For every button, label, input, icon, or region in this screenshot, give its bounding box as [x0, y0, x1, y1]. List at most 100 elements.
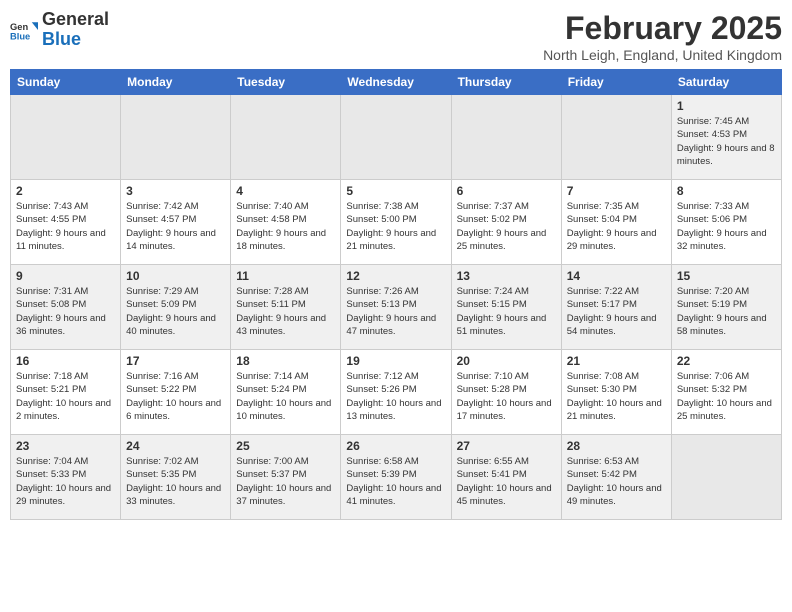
day-number: 4: [236, 184, 335, 198]
day-info: Sunrise: 7:42 AM Sunset: 4:57 PM Dayligh…: [126, 200, 225, 253]
calendar-cell: [671, 435, 781, 520]
day-info: Sunrise: 7:10 AM Sunset: 5:28 PM Dayligh…: [457, 370, 556, 423]
calendar-cell: 4 Sunrise: 7:40 AM Sunset: 4:58 PM Daylig…: [231, 180, 341, 265]
calendar-cell: 12Sunrise: 7:26 AM Sunset: 5:13 PM Dayli…: [341, 265, 451, 350]
calendar-cell: 24 Sunrise: 7:02 AM Sunset: 5:35 PM Dayli…: [121, 435, 231, 520]
day-number: 3: [126, 184, 225, 198]
logo: Gen Blue General Blue: [10, 10, 109, 50]
day-number: 26: [346, 439, 445, 453]
calendar-cell: 14 Sunrise: 7:22 AM Sunset: 5:17 PM Dayli…: [561, 265, 671, 350]
calendar-cell: 25 Sunrise: 7:00 AM Sunset: 5:37 PM Dayli…: [231, 435, 341, 520]
day-info: Sunrise: 7:12 AM Sunset: 5:26 PM Dayligh…: [346, 370, 445, 423]
day-number: 22: [677, 354, 776, 368]
day-info: Sunrise: 7:40 AM Sunset: 4:58 PM Dayligh…: [236, 200, 335, 253]
day-info: Sunrise: 7:26 AM Sunset: 5:13 PM Dayligh…: [346, 285, 445, 338]
day-number: 23: [16, 439, 115, 453]
day-number: 25: [236, 439, 335, 453]
weekday-thursday: Thursday: [451, 70, 561, 95]
calendar-cell: 23 Sunrise: 7:04 AM Sunset: 5:33 PM Dayli…: [11, 435, 121, 520]
day-number: 17: [126, 354, 225, 368]
calendar-cell: 7 Sunrise: 7:35 AM Sunset: 5:04 PM Daylig…: [561, 180, 671, 265]
day-number: 13: [457, 269, 556, 283]
calendar-cell: 13Sunrise: 7:24 AM Sunset: 5:15 PM Dayli…: [451, 265, 561, 350]
week-row-2: 2 Sunrise: 7:43 AM Sunset: 4:55 PM Daylig…: [11, 180, 782, 265]
weekday-saturday: Saturday: [671, 70, 781, 95]
calendar-cell: 28Sunrise: 6:53 AM Sunset: 5:42 PM Dayli…: [561, 435, 671, 520]
day-number: 2: [16, 184, 115, 198]
calendar-cell: 17 Sunrise: 7:16 AM Sunset: 5:22 PM Dayli…: [121, 350, 231, 435]
weekday-header-row: SundayMondayTuesdayWednesdayThursdayFrid…: [11, 70, 782, 95]
day-info: Sunrise: 7:14 AM Sunset: 5:24 PM Dayligh…: [236, 370, 335, 423]
calendar-cell: [451, 95, 561, 180]
day-info: Sunrise: 7:18 AM Sunset: 5:21 PM Dayligh…: [16, 370, 115, 423]
calendar-cell: 3 Sunrise: 7:42 AM Sunset: 4:57 PM Daylig…: [121, 180, 231, 265]
day-number: 11: [236, 269, 335, 283]
week-row-4: 16 Sunrise: 7:18 AM Sunset: 5:21 PM Dayli…: [11, 350, 782, 435]
day-number: 15: [677, 269, 776, 283]
calendar-cell: 22 Sunrise: 7:06 AM Sunset: 5:32 PM Dayli…: [671, 350, 781, 435]
svg-text:Blue: Blue: [10, 31, 30, 41]
calendar-cell: 11 Sunrise: 7:28 AM Sunset: 5:11 PM Dayli…: [231, 265, 341, 350]
logo-line2: Blue: [42, 30, 109, 50]
calendar-cell: 18 Sunrise: 7:14 AM Sunset: 5:24 PM Dayli…: [231, 350, 341, 435]
day-info: Sunrise: 7:35 AM Sunset: 5:04 PM Dayligh…: [567, 200, 666, 253]
calendar-cell: 5 Sunrise: 7:38 AM Sunset: 5:00 PM Daylig…: [341, 180, 451, 265]
week-row-3: 9 Sunrise: 7:31 AM Sunset: 5:08 PM Daylig…: [11, 265, 782, 350]
calendar-cell: [561, 95, 671, 180]
calendar-cell: 26 Sunrise: 6:58 AM Sunset: 5:39 PM Dayli…: [341, 435, 451, 520]
day-number: 7: [567, 184, 666, 198]
calendar-cell: 16 Sunrise: 7:18 AM Sunset: 5:21 PM Dayli…: [11, 350, 121, 435]
calendar-cell: 27Sunrise: 6:55 AM Sunset: 5:41 PM Dayli…: [451, 435, 561, 520]
day-number: 1: [677, 99, 776, 113]
calendar-cell: 21Sunrise: 7:08 AM Sunset: 5:30 PM Dayli…: [561, 350, 671, 435]
day-info: Sunrise: 7:22 AM Sunset: 5:17 PM Dayligh…: [567, 285, 666, 338]
day-number: 21: [567, 354, 666, 368]
month-title: February 2025: [543, 10, 782, 47]
day-info: Sunrise: 7:04 AM Sunset: 5:33 PM Dayligh…: [16, 455, 115, 508]
calendar-cell: 15 Sunrise: 7:20 AM Sunset: 5:19 PM Dayli…: [671, 265, 781, 350]
day-info: Sunrise: 6:55 AM Sunset: 5:41 PM Dayligh…: [457, 455, 556, 508]
day-info: Sunrise: 6:53 AM Sunset: 5:42 PM Dayligh…: [567, 455, 666, 508]
calendar: SundayMondayTuesdayWednesdayThursdayFrid…: [10, 69, 782, 520]
day-number: 19: [346, 354, 445, 368]
week-row-1: 1Sunrise: 7:45 AM Sunset: 4:53 PM Daylig…: [11, 95, 782, 180]
day-info: Sunrise: 7:38 AM Sunset: 5:00 PM Dayligh…: [346, 200, 445, 253]
weekday-tuesday: Tuesday: [231, 70, 341, 95]
day-number: 5: [346, 184, 445, 198]
day-info: Sunrise: 7:31 AM Sunset: 5:08 PM Dayligh…: [16, 285, 115, 338]
day-number: 10: [126, 269, 225, 283]
day-number: 14: [567, 269, 666, 283]
calendar-cell: [231, 95, 341, 180]
day-info: Sunrise: 7:28 AM Sunset: 5:11 PM Dayligh…: [236, 285, 335, 338]
calendar-cell: 19 Sunrise: 7:12 AM Sunset: 5:26 PM Dayli…: [341, 350, 451, 435]
day-number: 24: [126, 439, 225, 453]
day-info: Sunrise: 7:00 AM Sunset: 5:37 PM Dayligh…: [236, 455, 335, 508]
day-info: Sunrise: 7:43 AM Sunset: 4:55 PM Dayligh…: [16, 200, 115, 253]
day-number: 18: [236, 354, 335, 368]
calendar-cell: 1Sunrise: 7:45 AM Sunset: 4:53 PM Daylig…: [671, 95, 781, 180]
calendar-cell: 10Sunrise: 7:29 AM Sunset: 5:09 PM Dayli…: [121, 265, 231, 350]
calendar-cell: [341, 95, 451, 180]
day-number: 9: [16, 269, 115, 283]
day-info: Sunrise: 6:58 AM Sunset: 5:39 PM Dayligh…: [346, 455, 445, 508]
weekday-friday: Friday: [561, 70, 671, 95]
day-number: 16: [16, 354, 115, 368]
weekday-monday: Monday: [121, 70, 231, 95]
day-info: Sunrise: 7:02 AM Sunset: 5:35 PM Dayligh…: [126, 455, 225, 508]
logo-icon: Gen Blue: [10, 16, 38, 44]
week-row-5: 23 Sunrise: 7:04 AM Sunset: 5:33 PM Dayli…: [11, 435, 782, 520]
day-number: 20: [457, 354, 556, 368]
day-number: 6: [457, 184, 556, 198]
calendar-cell: [121, 95, 231, 180]
calendar-cell: 2 Sunrise: 7:43 AM Sunset: 4:55 PM Daylig…: [11, 180, 121, 265]
svg-text:Gen: Gen: [10, 22, 28, 32]
day-info: Sunrise: 7:16 AM Sunset: 5:22 PM Dayligh…: [126, 370, 225, 423]
logo-line1: General: [42, 10, 109, 30]
weekday-wednesday: Wednesday: [341, 70, 451, 95]
day-info: Sunrise: 7:20 AM Sunset: 5:19 PM Dayligh…: [677, 285, 776, 338]
calendar-cell: 9 Sunrise: 7:31 AM Sunset: 5:08 PM Daylig…: [11, 265, 121, 350]
day-info: Sunrise: 7:06 AM Sunset: 5:32 PM Dayligh…: [677, 370, 776, 423]
calendar-cell: 6Sunrise: 7:37 AM Sunset: 5:02 PM Daylig…: [451, 180, 561, 265]
location: North Leigh, England, United Kingdom: [543, 47, 782, 63]
calendar-cell: [11, 95, 121, 180]
